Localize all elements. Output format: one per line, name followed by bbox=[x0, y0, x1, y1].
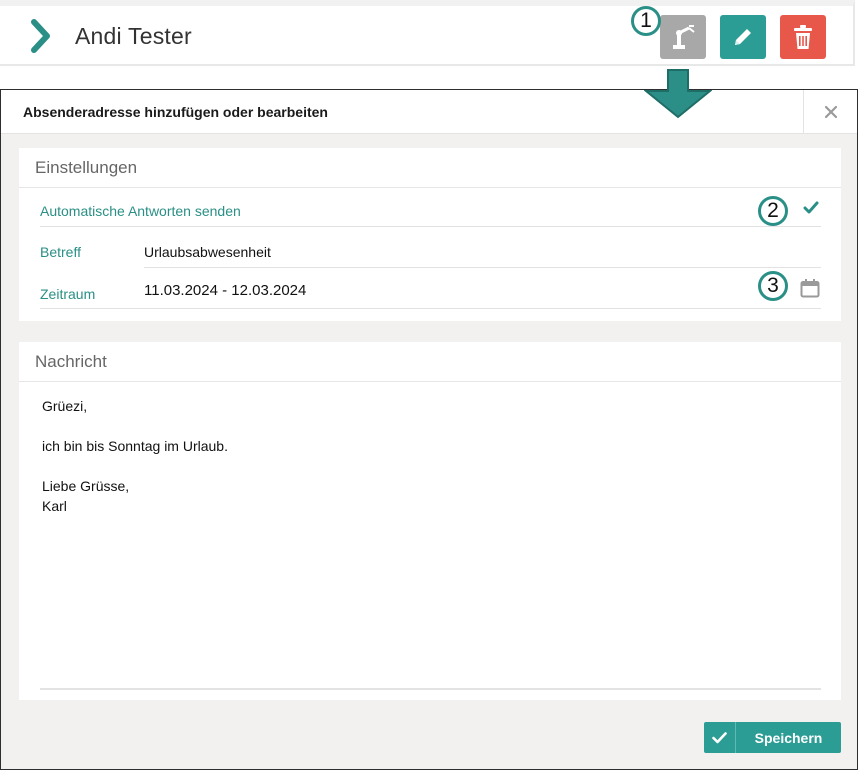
pencil-icon bbox=[735, 29, 751, 45]
message-line: ich bin bis Sonntag im Urlaub. bbox=[42, 438, 228, 454]
callout-1: 1 bbox=[631, 6, 661, 36]
save-button[interactable]: Speichern bbox=[704, 722, 841, 753]
callout-2: 2 bbox=[758, 196, 788, 226]
message-line: Grüezi, bbox=[42, 398, 88, 414]
chevron-right-icon[interactable] bbox=[28, 18, 54, 54]
save-label: Speichern bbox=[754, 729, 823, 746]
message-panel: Nachricht Grüezi, ich bin bis Sonntag im… bbox=[19, 342, 841, 700]
settings-panel: Einstellungen Automatische Antworten sen… bbox=[19, 148, 841, 321]
dialog-header: Absenderadresse hinzufügen oder bearbeit… bbox=[1, 90, 857, 134]
divider bbox=[19, 187, 841, 188]
message-underline bbox=[40, 688, 821, 690]
auto-reply-checkbox[interactable] bbox=[803, 201, 819, 215]
trash-icon bbox=[794, 25, 812, 49]
callout-3: 3 bbox=[758, 271, 788, 301]
message-textarea[interactable]: Grüezi, ich bin bis Sonntag im Urlaub. L… bbox=[42, 396, 802, 516]
subject-underline bbox=[144, 267, 821, 268]
save-check-cell bbox=[704, 722, 736, 753]
edit-button[interactable] bbox=[720, 15, 766, 59]
message-line: Karl bbox=[42, 498, 67, 514]
auto-reply-button[interactable] bbox=[660, 15, 706, 59]
period-label: Zeitraum bbox=[40, 286, 96, 302]
close-icon bbox=[824, 105, 837, 118]
contact-name: Andi Tester bbox=[75, 23, 192, 49]
divider bbox=[40, 226, 821, 227]
subject-label: Betreff bbox=[40, 244, 81, 260]
divider bbox=[19, 381, 841, 382]
sender-address-dialog: Absenderadresse hinzufügen oder bearbeit… bbox=[0, 89, 858, 770]
calendar-icon[interactable] bbox=[800, 278, 820, 298]
period-underline bbox=[144, 308, 821, 309]
check-icon bbox=[712, 731, 727, 743]
message-line bbox=[42, 416, 802, 436]
pointer-arrow-icon bbox=[644, 69, 712, 119]
dialog-title: Absenderadresse hinzufügen oder bearbeit… bbox=[23, 104, 328, 120]
contact-header: Andi Tester bbox=[0, 0, 855, 66]
divider bbox=[40, 308, 144, 309]
subject-input[interactable]: Urlaubsabwesenheit bbox=[144, 244, 271, 260]
settings-title: Einstellungen bbox=[35, 158, 138, 177]
message-title: Nachricht bbox=[35, 352, 107, 371]
message-line bbox=[42, 456, 802, 476]
robot-arm-icon bbox=[673, 25, 695, 49]
close-button[interactable] bbox=[803, 90, 857, 133]
period-input[interactable]: 11.03.2024 - 12.03.2024 bbox=[144, 282, 306, 299]
message-line: Liebe Grüsse, bbox=[42, 478, 130, 494]
delete-button[interactable] bbox=[780, 15, 826, 59]
auto-reply-label[interactable]: Automatische Antworten senden bbox=[40, 203, 241, 219]
